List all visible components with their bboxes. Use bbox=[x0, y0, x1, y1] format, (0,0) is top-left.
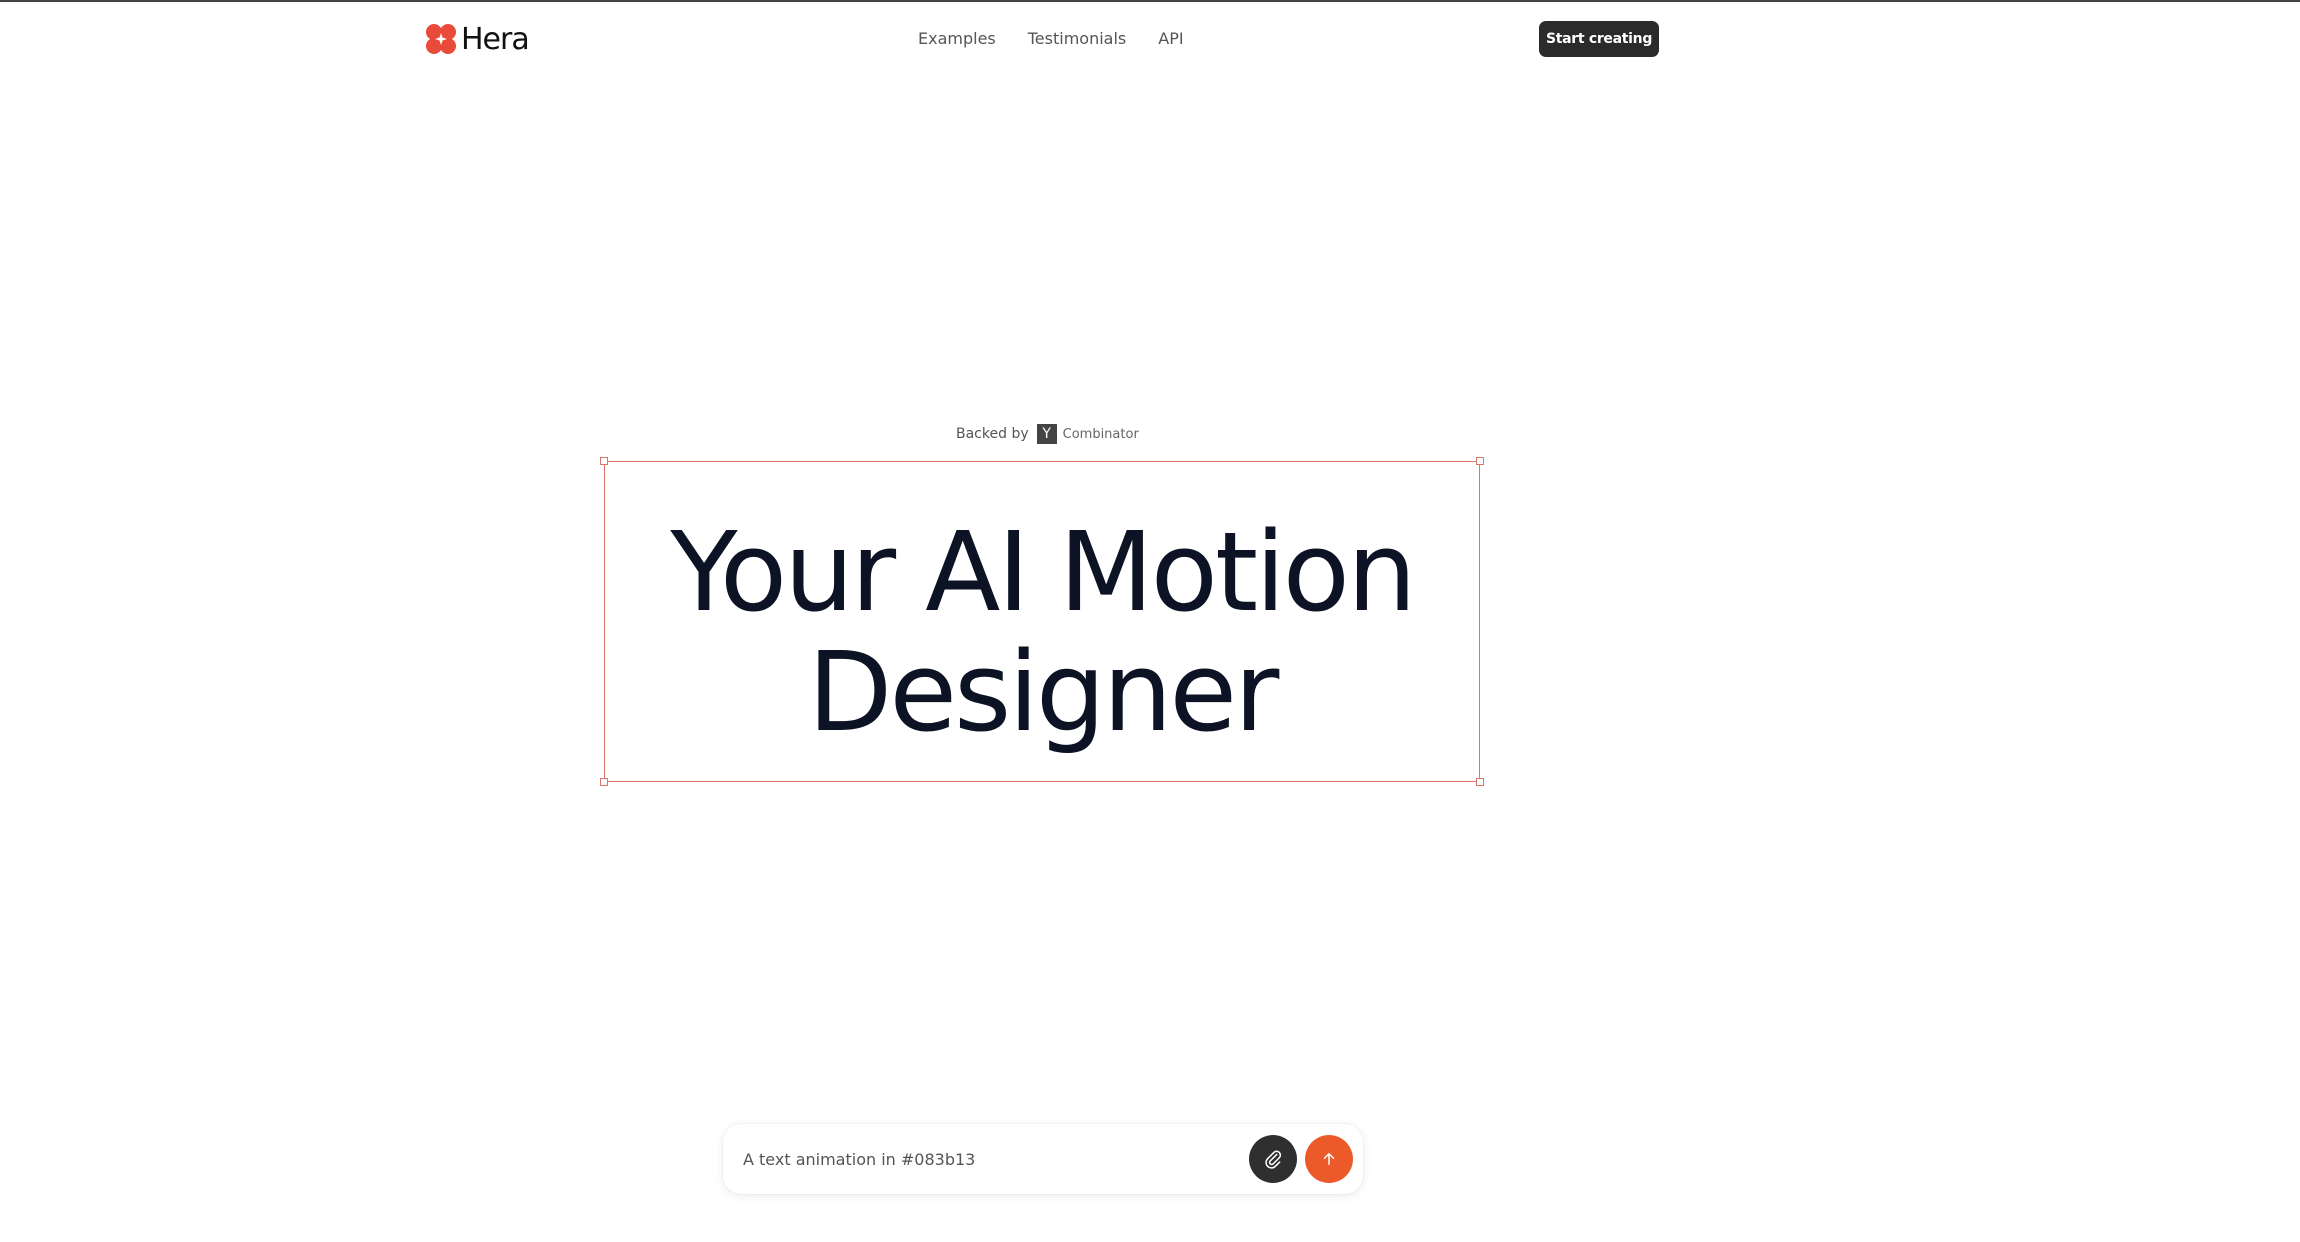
send-button[interactable] bbox=[1305, 1135, 1353, 1183]
main-nav: Examples Testimonials API bbox=[918, 26, 1184, 52]
logo-text: Hera bbox=[461, 21, 530, 57]
yc-logo: Y Combinator bbox=[1036, 424, 1139, 444]
site-header: Hera Examples Testimonials API Start cre… bbox=[0, 0, 2300, 80]
headline-line-1: Your AI Motion bbox=[670, 508, 1416, 636]
resize-handle-bottom-right[interactable] bbox=[1476, 778, 1484, 786]
resize-handle-top-left[interactable] bbox=[600, 457, 608, 465]
hera-flower-logo-icon bbox=[426, 24, 456, 54]
arrow-up-icon bbox=[1323, 1153, 1335, 1165]
nav-link-testimonials[interactable]: Testimonials bbox=[1028, 26, 1127, 52]
hero-headline: Your AI Motion Designer bbox=[605, 512, 1479, 752]
headline-line-2: Designer bbox=[807, 628, 1280, 756]
backed-by-badge[interactable]: Backed by Y Combinator bbox=[956, 424, 1139, 444]
resize-handle-bottom-left[interactable] bbox=[600, 778, 608, 786]
logo-link[interactable]: Hera bbox=[425, 21, 530, 57]
attach-button[interactable] bbox=[1249, 1135, 1297, 1183]
nav-link-examples[interactable]: Examples bbox=[918, 26, 996, 52]
nav-link-api[interactable]: API bbox=[1158, 26, 1183, 52]
prompt-bar bbox=[723, 1124, 1363, 1194]
backed-by-label: Backed by bbox=[956, 426, 1029, 442]
prompt-input[interactable] bbox=[743, 1144, 1243, 1174]
y-combinator-icon: Y bbox=[1036, 424, 1057, 444]
paperclip-icon bbox=[1265, 1150, 1282, 1169]
start-creating-button[interactable]: Start creating bbox=[1539, 21, 1659, 57]
yc-name: Combinator bbox=[1062, 426, 1139, 442]
headline-selection-box[interactable]: Your AI Motion Designer bbox=[600, 457, 1484, 786]
resize-handle-top-right[interactable] bbox=[1476, 457, 1484, 465]
